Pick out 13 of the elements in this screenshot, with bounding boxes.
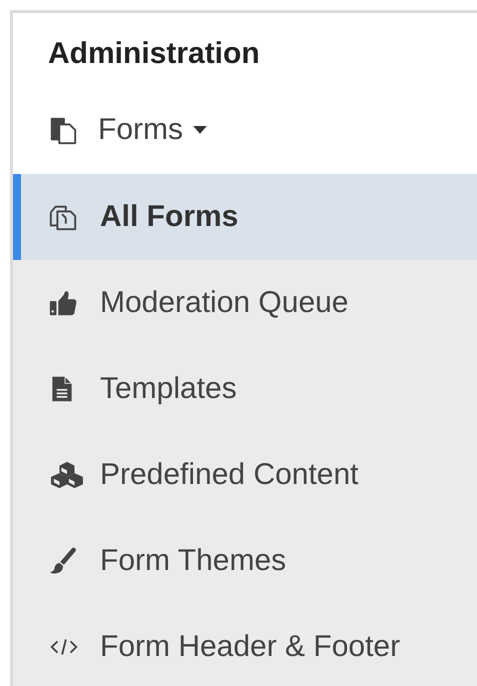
forms-dropdown[interactable]: Forms bbox=[98, 113, 207, 147]
nav-item[interactable]: Form Header & Footer bbox=[13, 604, 477, 686]
thumbs-up-icon bbox=[48, 288, 78, 318]
sidebar-heading: Administration bbox=[48, 37, 260, 71]
nav-item[interactable]: Form Themes bbox=[13, 518, 477, 604]
nav-item[interactable]: All Forms bbox=[13, 174, 477, 260]
paintbrush-icon bbox=[48, 546, 78, 576]
nav-item[interactable]: Templates bbox=[13, 346, 477, 432]
nav-item[interactable]: Predefined Content bbox=[13, 432, 477, 518]
caret-icon bbox=[193, 126, 207, 134]
nav-item[interactable]: Moderation Queue bbox=[13, 260, 477, 346]
cubes-icon bbox=[48, 460, 86, 490]
forms-icon bbox=[48, 115, 78, 145]
